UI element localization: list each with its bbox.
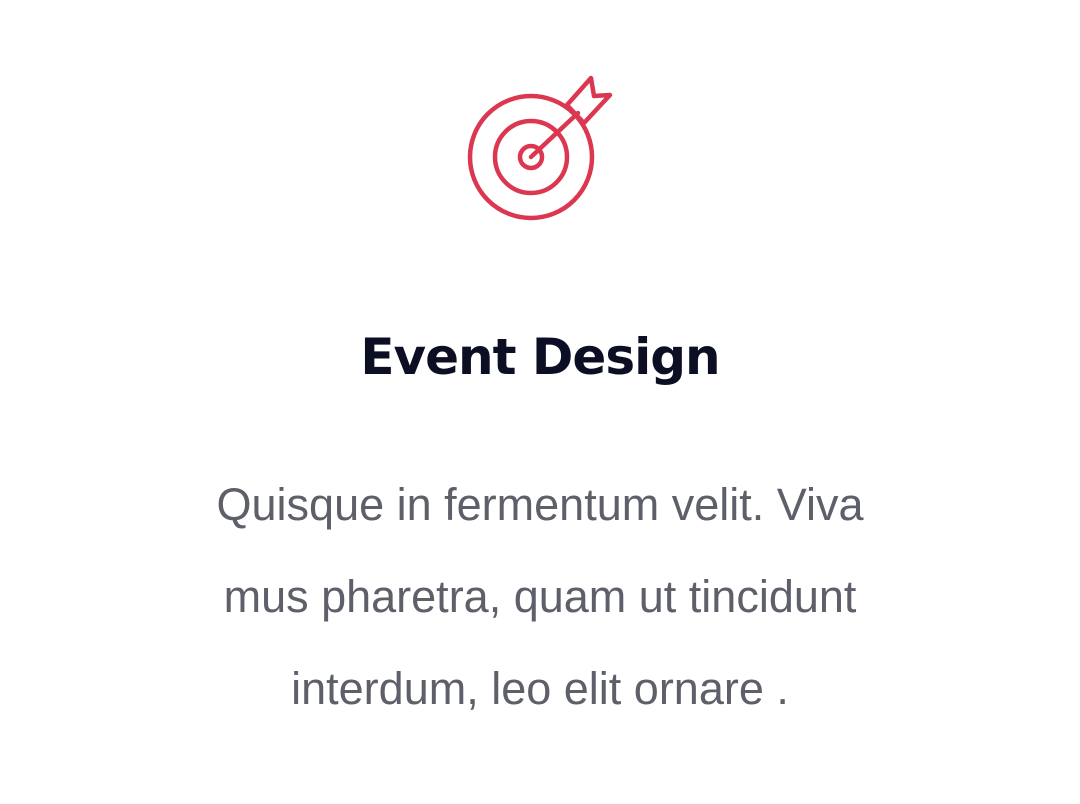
description-line: interdum, leo elit ornare .: [291, 663, 789, 714]
description-line: mus pharetra, quam ut tincidunt: [223, 571, 857, 622]
feature-title: Event Design: [360, 328, 720, 386]
feature-description: Quisque in fermentum velit. Viva mus pha…: [190, 459, 890, 735]
description-line: Quisque in fermentum velit. Viva: [216, 479, 864, 530]
feature-card: Event Design Quisque in fermentum velit.…: [0, 0, 1080, 804]
target-icon: [462, 72, 618, 228]
